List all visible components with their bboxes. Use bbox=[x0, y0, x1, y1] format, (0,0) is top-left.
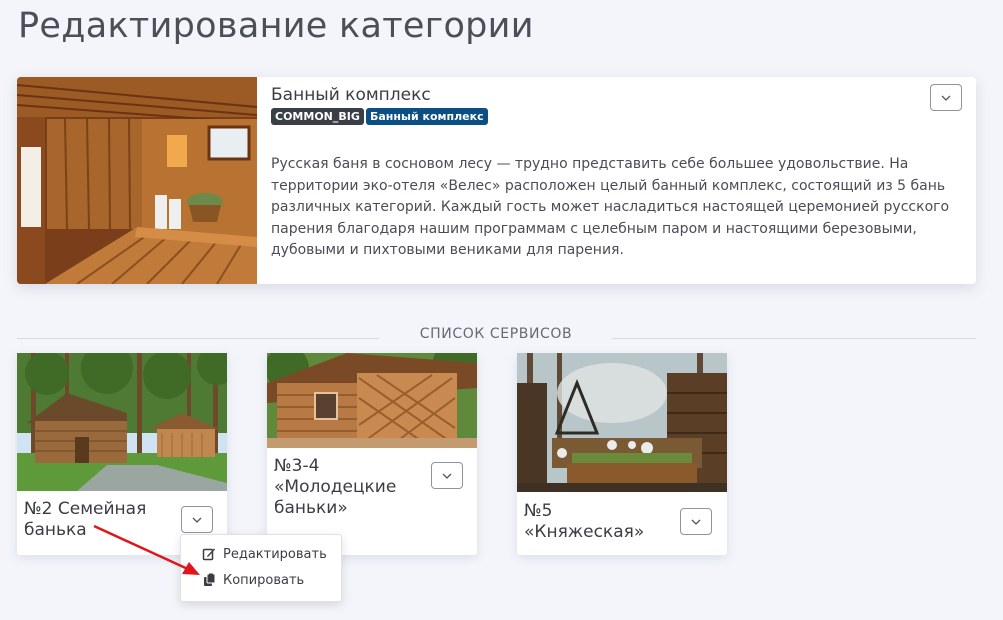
category-description: Русская баня в сосновом лесу — трудно пр… bbox=[271, 156, 950, 258]
service-image bbox=[17, 353, 227, 491]
category-image bbox=[17, 77, 257, 284]
service-image bbox=[267, 353, 477, 448]
category-title: Банный комплекс bbox=[271, 85, 431, 105]
menu-item-edit[interactable]: Редактировать bbox=[181, 542, 341, 566]
service-context-menu: Редактировать Копировать bbox=[180, 534, 342, 602]
menu-item-label: Копировать bbox=[223, 572, 305, 588]
edit-icon bbox=[202, 548, 215, 561]
section-divider-left bbox=[17, 338, 379, 339]
category-card: Банный комплекс COMMON_BIG Банный компле… bbox=[17, 77, 976, 284]
menu-item-label: Редактировать bbox=[223, 546, 327, 562]
service-dropdown-button[interactable] bbox=[431, 462, 463, 489]
category-dropdown-button[interactable] bbox=[930, 84, 962, 111]
service-name: №5 «Княжеская» bbox=[524, 501, 645, 542]
chevron-down-icon bbox=[941, 95, 951, 101]
annotation-arrow-icon bbox=[93, 524, 200, 575]
chevron-down-icon bbox=[442, 473, 452, 479]
service-dropdown-button[interactable] bbox=[680, 508, 712, 535]
copy-icon bbox=[204, 573, 216, 586]
services-section-title: СПИСОК СЕРВИСОВ bbox=[419, 326, 573, 342]
service-card: №3-4 «Молодецкие баньки» bbox=[267, 353, 477, 555]
service-card: №5 «Княжеская» bbox=[517, 353, 727, 555]
tag-common-big: COMMON_BIG bbox=[271, 108, 364, 125]
service-image bbox=[517, 353, 727, 492]
section-divider-right bbox=[612, 338, 976, 339]
page-title: Редактирование категории bbox=[18, 6, 534, 46]
menu-item-copy[interactable]: Копировать bbox=[181, 568, 341, 592]
service-name: №3-4 «Молодецкие баньки» bbox=[274, 456, 397, 518]
tag-category: Банный комплекс bbox=[366, 108, 488, 125]
chevron-down-icon bbox=[691, 519, 701, 525]
